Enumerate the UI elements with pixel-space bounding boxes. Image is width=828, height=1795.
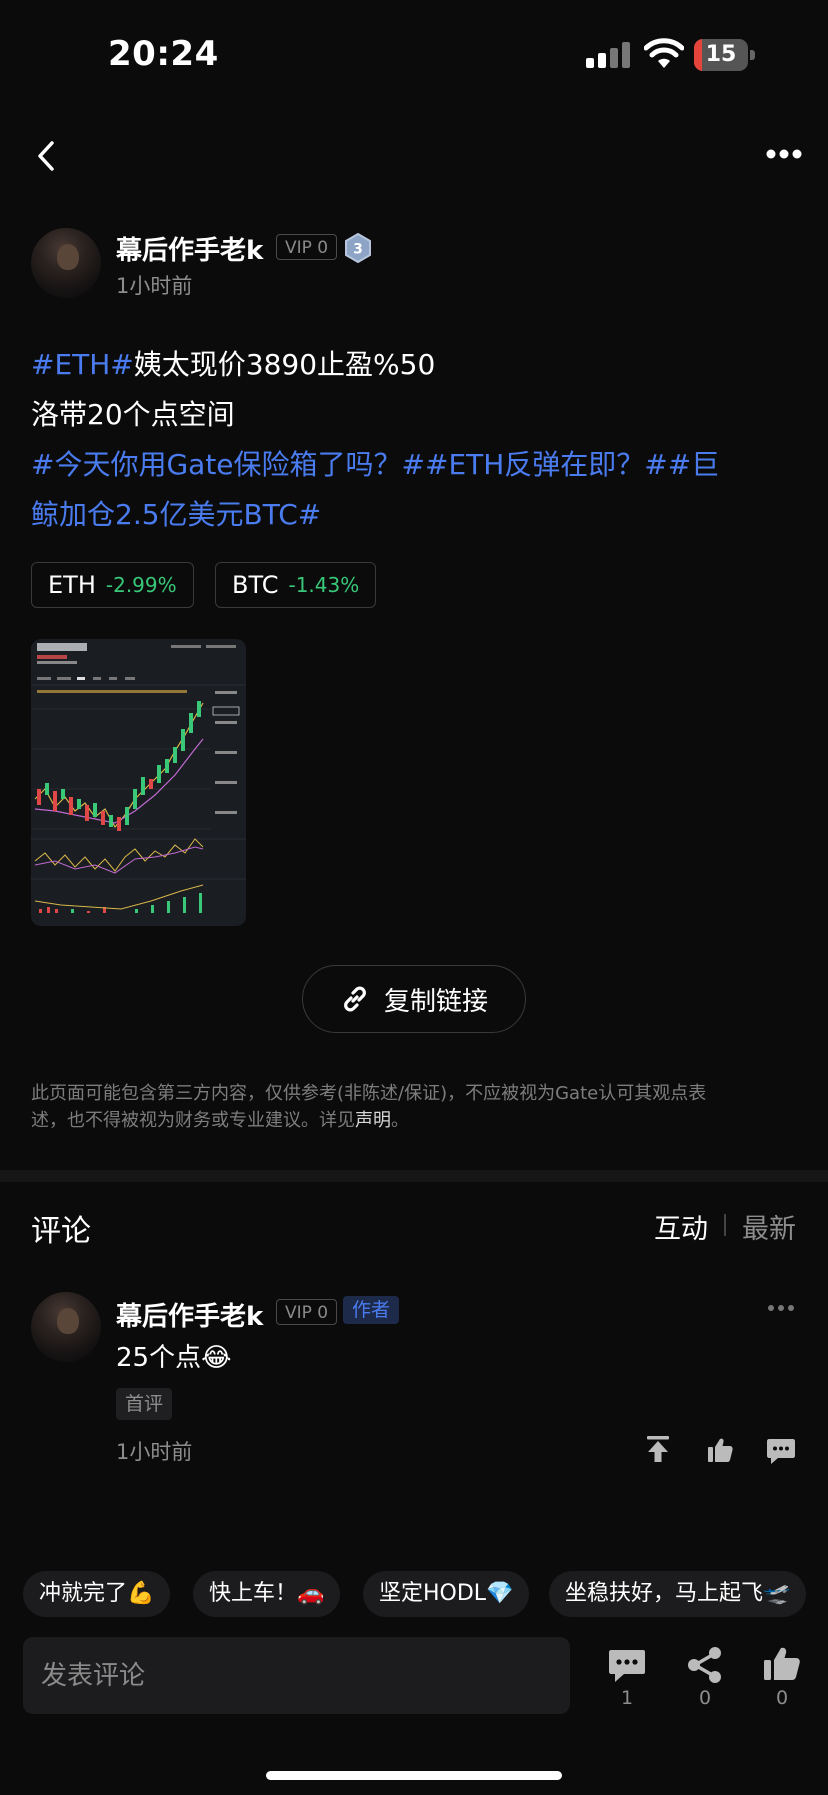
ticker-chip-btc[interactable]: BTC -1.43%	[215, 562, 377, 608]
wifi-icon	[644, 38, 684, 68]
disclaimer: 此页面可能包含第三方内容，仅供参考(非陈述/保证)，不应被视为Gate认可其观点…	[31, 1080, 791, 1134]
comment-time: 1小时前	[116, 1440, 193, 1464]
quick-reply-3[interactable]: 坚定HODL💎	[363, 1571, 530, 1617]
commenter-avatar[interactable]	[31, 1292, 101, 1362]
pin-icon[interactable]	[644, 1434, 672, 1464]
share-count: 0	[698, 1687, 712, 1709]
disclaimer-line-1: 此页面可能包含第三方内容，仅供参考(非陈述/保证)，不应被视为Gate认可其观点…	[31, 1083, 707, 1104]
comment-count: 1	[620, 1687, 634, 1709]
first-comment-badge: 首评	[116, 1388, 173, 1420]
comment-input[interactable]	[23, 1637, 570, 1714]
sort-latest-tab[interactable]: 最新	[742, 1207, 796, 1246]
ticker-change: -1.43%	[288, 573, 360, 597]
copy-link-label: 复制链接	[383, 986, 488, 1017]
hashtag-links[interactable]: #今天你用Gate保险箱了吗？##ETH反弹在即？##巨	[31, 440, 719, 490]
more-icon[interactable]	[766, 148, 802, 160]
author-avatar[interactable]	[31, 228, 101, 298]
author-name[interactable]: 幕后作手老k	[116, 230, 263, 267]
post-line-2: 洛带20个点空间	[31, 398, 235, 431]
cellular-signal-icon	[586, 42, 630, 68]
comment-input-box[interactable]	[23, 1637, 570, 1714]
vip-badge: VIP 0	[276, 234, 338, 260]
disclaimer-statement-link[interactable]: 声明	[355, 1110, 391, 1131]
level-badge-icon: 3	[345, 233, 371, 263]
comment-icon[interactable]	[607, 1645, 647, 1685]
home-indicator[interactable]	[266, 1771, 562, 1780]
reply-comment-icon[interactable]	[766, 1437, 796, 1465]
quick-reply-2[interactable]: 快上车！🚗	[193, 1571, 341, 1617]
hashtag-links-cont[interactable]: 鲸加仓2.5亿美元BTC#	[31, 490, 321, 540]
ticker-symbol: BTC	[232, 571, 279, 599]
battery-level-text: 15	[705, 42, 737, 67]
back-icon[interactable]	[34, 140, 58, 172]
hashtag-eth[interactable]: #ETH#	[31, 348, 134, 381]
section-divider	[0, 1170, 828, 1182]
level-number: 3	[353, 242, 363, 258]
battery-indicator: 15	[694, 39, 756, 71]
like-count: 0	[775, 1687, 789, 1709]
author-tag: 作者	[343, 1296, 400, 1324]
quick-reply-4[interactable]: 坐稳扶好，马上起飞🛫	[549, 1571, 807, 1617]
link-icon	[344, 986, 366, 1012]
post-line-1: #ETH#姨太现价3890止盈%50	[31, 340, 435, 390]
quick-reply-1[interactable]: 冲就完了💪	[23, 1571, 171, 1617]
comments-title: 评论	[31, 1214, 91, 1249]
post-image-chart-screenshot[interactable]	[31, 639, 246, 926]
commenter-name[interactable]: 幕后作手老k	[116, 1296, 263, 1333]
status-time: 20:24	[108, 34, 219, 74]
post-time: 1小时前	[116, 274, 193, 298]
commenter-vip-badge: VIP 0	[276, 1299, 338, 1325]
like-icon[interactable]	[762, 1644, 802, 1684]
comment-more-icon[interactable]	[767, 1303, 795, 1313]
share-icon[interactable]	[685, 1645, 725, 1685]
sort-interactive-tab[interactable]: 互动	[654, 1207, 708, 1246]
chart-thumbnail-graphic	[31, 639, 246, 926]
disclaimer-line-2: 述，也不得被视为财务或专业建议。详见声明。	[31, 1110, 409, 1131]
ticker-change: -2.99%	[105, 573, 177, 597]
ticker-symbol: ETH	[48, 571, 96, 599]
copy-link-button[interactable]: 复制链接	[302, 965, 526, 1033]
ticker-chip-eth[interactable]: ETH -2.99%	[31, 562, 194, 608]
post-text-1: 姨太现价3890止盈%50	[133, 348, 436, 381]
thumb-up-icon[interactable]	[706, 1436, 734, 1464]
sort-separator	[724, 1214, 726, 1236]
comment-text: 25个点😂	[116, 1343, 232, 1373]
